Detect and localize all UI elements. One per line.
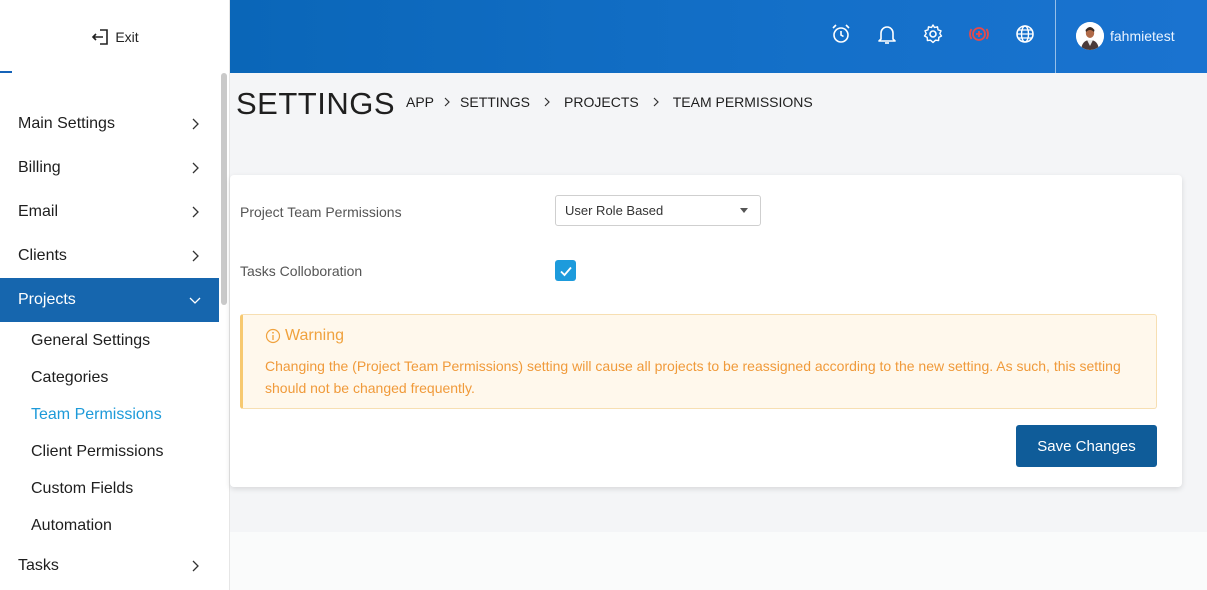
sidebar-item-billing[interactable]: Billing [0,146,219,190]
top-header: fahmietest [230,0,1207,73]
sidebar-subitem-general-settings[interactable]: General Settings [0,322,219,359]
sidebar-subitem-custom-fields[interactable]: Custom Fields [0,470,219,507]
sidebar-item-projects[interactable]: Projects [0,278,219,322]
username: fahmietest [1110,28,1175,44]
breadcrumb-item[interactable]: SETTINGS [460,94,530,110]
page-title: SETTINGS [236,86,396,121]
user-avatar-icon [1076,22,1104,50]
checkmark-icon [559,266,572,276]
sidebar-subitem-automation[interactable]: Automation [0,507,219,544]
sidebar-item-email[interactable]: Email [0,190,219,234]
sidebar-item-label: Projects [18,291,76,308]
sidebar: Exit Main Settings Billing Email Clients… [0,0,230,590]
sidebar-subitem-label: Categories [31,368,109,386]
sidebar-item-label: Email [18,203,59,220]
exit-icon [92,28,109,45]
exit-label: Exit [115,28,139,45]
sidebar-subitem-label: Client Permissions [31,442,164,460]
warning-title: Warning [265,327,1134,345]
sidebar-item-label: Billing [18,159,61,176]
footer-area [230,532,1207,590]
breadcrumb-item[interactable]: PROJECTS [564,94,639,110]
sidebar-subitem-client-permissions[interactable]: Client Permissions [0,433,219,470]
team-permissions-label: Project Team Permissions [240,204,402,220]
sidebar-subitem-label: Team Permissions [31,405,162,423]
chevron-right-icon [544,97,550,107]
sidebar-subitem-label: General Settings [31,331,151,349]
exit-accent-line [0,71,12,73]
settings-card: Project Team Permissions User Role Based… [230,175,1182,487]
chevron-right-icon [192,250,199,262]
sidebar-item-label: Clients [18,247,67,264]
team-permissions-select[interactable]: User Role Based [555,195,761,226]
chevron-right-icon [192,118,199,130]
sidebar-item-label: Tasks [18,557,59,574]
chevron-right-icon [192,162,199,174]
breadcrumb-current: TEAM PERMISSIONS [672,94,813,110]
tasks-collaboration-label: Tasks Colloboration [240,263,363,279]
exit-button[interactable]: Exit [0,0,230,73]
sidebar-subitem-label: Automation [31,516,112,534]
warning-text: Changing the (Project Team Permissions) … [265,358,1121,396]
bell-icon[interactable] [875,22,899,46]
warning-alert: Warning Changing the (Project Team Permi… [240,314,1157,409]
sidebar-scrollbar[interactable] [221,73,227,305]
sidebar-nav: Main Settings Billing Email Clients Proj… [0,102,219,588]
chevron-right-icon [192,560,199,572]
chevron-right-icon [192,206,199,218]
sidebar-subitem-categories[interactable]: Categories [0,359,219,396]
caret-down-icon [740,208,748,213]
globe-icon[interactable] [1013,22,1037,46]
record-add-icon[interactable] [967,22,991,46]
save-changes-button[interactable]: Save Changes [1016,425,1157,467]
header-divider [1055,0,1056,73]
header-icons [829,22,1037,46]
breadcrumb: APP SETTINGS PROJECTS TEAM PERMISSIONS [406,94,813,110]
sidebar-subitem-label: Custom Fields [31,479,134,497]
sidebar-subitem-team-permissions[interactable]: Team Permissions [0,396,219,433]
breadcrumb-item[interactable]: APP [406,94,434,110]
chevron-down-icon [189,297,201,304]
chevron-right-icon [653,97,659,107]
warning-title-text: Warning [285,327,344,344]
info-circle-icon [265,328,281,344]
team-permissions-value: User Role Based [565,203,664,218]
user-menu[interactable]: fahmietest [1076,22,1175,50]
chevron-right-icon [444,97,450,107]
sidebar-item-main-settings[interactable]: Main Settings [0,102,219,146]
avatar [1076,22,1104,50]
sidebar-item-clients[interactable]: Clients [0,234,219,278]
sidebar-item-label: Main Settings [18,115,115,132]
alarm-clock-icon[interactable] [829,22,853,46]
tasks-collaboration-checkbox[interactable] [555,260,576,281]
gear-icon[interactable] [921,22,945,46]
sidebar-item-tasks[interactable]: Tasks [0,544,219,588]
